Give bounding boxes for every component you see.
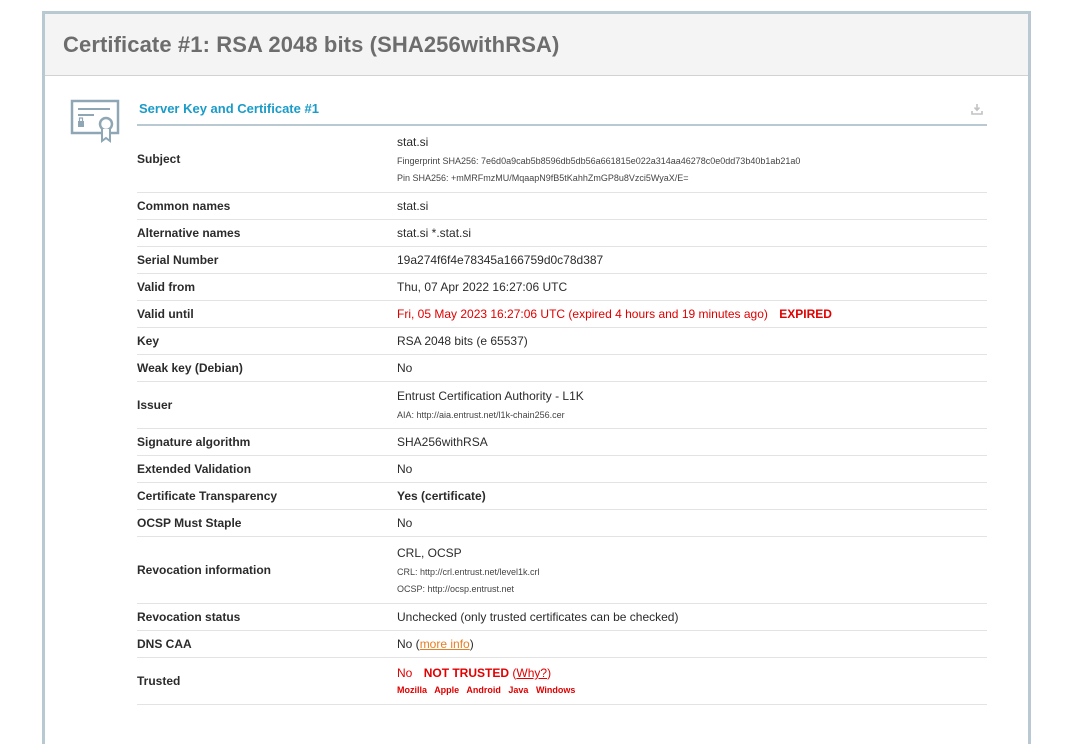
browser-java: Java xyxy=(508,685,529,695)
label-ocsp-must-staple: OCSP Must Staple xyxy=(137,509,397,537)
value-valid-until: Fri, 05 May 2023 16:27:06 UTC (expired 4… xyxy=(397,300,987,328)
issuer-aia: AIA: http://aia.entrust.net/l1k-chain256… xyxy=(397,410,565,420)
value-weak-key: No xyxy=(397,354,987,382)
label-serial-number: Serial Number xyxy=(137,246,397,274)
row-common-names: Common names stat.si xyxy=(137,192,987,220)
value-serial-number: 19a274f6f4e78345a166759d0c78d387 xyxy=(397,246,987,274)
revocation-crl: CRL: http://crl.entrust.net/level1k.crl xyxy=(397,566,540,577)
row-subject: Subject stat.si Fingerprint SHA256: 7e6d… xyxy=(137,126,987,193)
row-key: Key RSA 2048 bits (e 65537) xyxy=(137,327,987,355)
issuer-value: Entrust Certification Authority - L1K xyxy=(397,389,584,403)
certificate-section: Server Key and Certificate #1 Subject st… xyxy=(137,94,987,705)
label-valid-from: Valid from xyxy=(137,273,397,301)
row-issuer: Issuer Entrust Certification Authority -… xyxy=(137,381,987,429)
report-title: Certificate #1: RSA 2048 bits (SHA256wit… xyxy=(63,31,560,57)
row-serial-number: Serial Number 19a274f6f4e78345a166759d0c… xyxy=(137,246,987,274)
value-certificate-transparency: Yes (certificate) xyxy=(397,482,987,510)
why-link[interactable]: Why? xyxy=(516,666,547,680)
row-signature-algorithm: Signature algorithm SHA256withRSA xyxy=(137,428,987,456)
value-valid-from: Thu, 07 Apr 2022 16:27:06 UTC xyxy=(397,273,987,301)
label-trusted: Trusted xyxy=(137,657,397,705)
label-certificate-transparency: Certificate Transparency xyxy=(137,482,397,510)
row-extended-validation: Extended Validation No xyxy=(137,455,987,483)
revocation-ocsp: OCSP: http://ocsp.entrust.net xyxy=(397,583,515,594)
browser-windows: Windows xyxy=(535,685,576,695)
value-revocation-status: Unchecked (only trusted certificates can… xyxy=(397,603,987,631)
row-weak-key: Weak key (Debian) No xyxy=(137,354,987,382)
value-issuer: Entrust Certification Authority - L1K AI… xyxy=(397,381,987,429)
row-valid-until: Valid until Fri, 05 May 2023 16:27:06 UT… xyxy=(137,300,987,328)
label-weak-key: Weak key (Debian) xyxy=(137,354,397,382)
value-subject: stat.si Fingerprint SHA256: 7e6d0a9cab5b… xyxy=(397,126,987,193)
report-frame: Certificate #1: RSA 2048 bits (SHA256wit… xyxy=(42,11,1031,744)
trusted-value: No xyxy=(397,666,413,680)
label-extended-validation: Extended Validation xyxy=(137,455,397,483)
section-header: Server Key and Certificate #1 xyxy=(137,94,987,126)
label-signature-algorithm: Signature algorithm xyxy=(137,428,397,456)
value-dns-caa: No (more info) xyxy=(397,630,987,658)
browser-list: Mozilla Apple Android Java Windows xyxy=(397,685,987,695)
label-revocation-information: Revocation information xyxy=(137,536,397,604)
label-subject: Subject xyxy=(137,126,397,193)
not-trusted-badge: NOT TRUSTED xyxy=(423,666,510,680)
label-dns-caa: DNS CAA xyxy=(137,630,397,658)
row-revocation-status: Revocation status Unchecked (only truste… xyxy=(137,603,987,631)
subject-fingerprint: Fingerprint SHA256: 7e6d0a9cab5b8596db5d… xyxy=(397,155,801,166)
value-common-names: stat.si xyxy=(397,192,987,220)
label-issuer: Issuer xyxy=(137,381,397,429)
section-title: Server Key and Certificate #1 xyxy=(139,101,319,116)
browser-apple: Apple xyxy=(434,685,460,695)
revocation-methods: CRL, OCSP xyxy=(397,545,462,560)
more-info-link[interactable]: more info xyxy=(420,637,470,651)
label-common-names: Common names xyxy=(137,192,397,220)
row-alternative-names: Alternative names stat.si *.stat.si xyxy=(137,219,987,247)
value-alternative-names: stat.si *.stat.si xyxy=(397,219,987,247)
browser-android: Android xyxy=(466,685,501,695)
value-signature-algorithm: SHA256withRSA xyxy=(397,428,987,456)
value-trusted: No NOT TRUSTED (Why?) Mozilla Apple Andr… xyxy=(397,657,987,705)
row-certificate-transparency: Certificate Transparency Yes (certificat… xyxy=(137,482,987,510)
certificate-icon xyxy=(70,99,120,143)
label-valid-until: Valid until xyxy=(137,300,397,328)
download-icon[interactable] xyxy=(971,103,983,115)
certificate-table: Subject stat.si Fingerprint SHA256: 7e6d… xyxy=(137,126,987,705)
value-revocation-information: CRL, OCSP CRL: http://crl.entrust.net/le… xyxy=(397,536,987,604)
value-ocsp-must-staple: No xyxy=(397,509,987,537)
value-extended-validation: No xyxy=(397,455,987,483)
label-key: Key xyxy=(137,327,397,355)
expired-badge: EXPIRED xyxy=(779,306,832,321)
row-valid-from: Valid from Thu, 07 Apr 2022 16:27:06 UTC xyxy=(137,273,987,301)
report-header: Certificate #1: RSA 2048 bits (SHA256wit… xyxy=(45,14,1028,76)
dns-caa-value: No xyxy=(397,636,413,651)
subject-pin: Pin SHA256: +mMRFmzMU/MqaapN9fB5tKahhZmG… xyxy=(397,172,689,183)
value-key: RSA 2048 bits (e 65537) xyxy=(397,327,987,355)
row-ocsp-must-staple: OCSP Must Staple No xyxy=(137,509,987,537)
row-dns-caa: DNS CAA No (more info) xyxy=(137,630,987,658)
valid-until-value: Fri, 05 May 2023 16:27:06 UTC (expired 4… xyxy=(397,306,768,321)
browser-mozilla: Mozilla xyxy=(397,685,428,695)
label-revocation-status: Revocation status xyxy=(137,603,397,631)
row-revocation-information: Revocation information CRL, OCSP CRL: ht… xyxy=(137,536,987,604)
row-trusted: Trusted No NOT TRUSTED (Why?) Mozilla Ap… xyxy=(137,657,987,705)
label-alternative-names: Alternative names xyxy=(137,219,397,247)
subject-value: stat.si xyxy=(397,134,429,149)
